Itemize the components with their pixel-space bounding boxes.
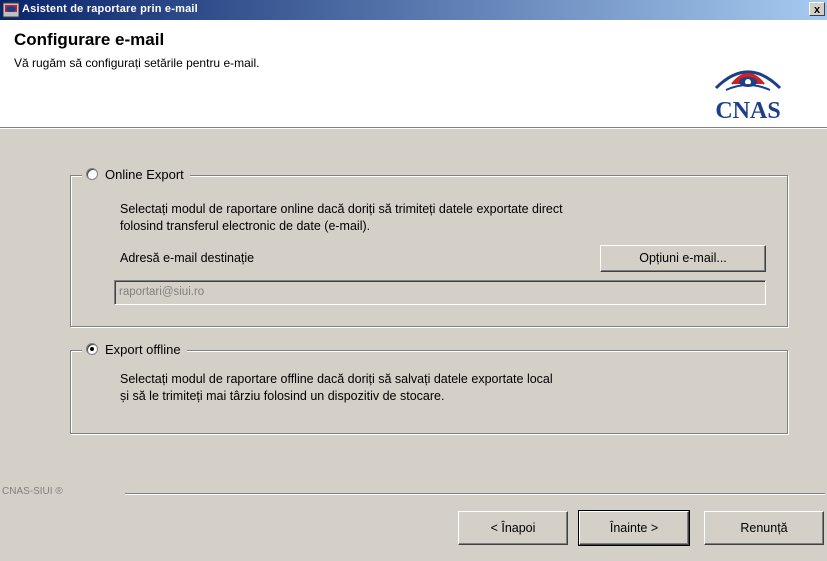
destination-email-input[interactable]: raportari@siui.ro xyxy=(114,280,766,305)
title-bar[interactable]: Asistent de raportare prin e-mail x xyxy=(0,0,827,20)
destination-email-label: Adresă e-mail destinație xyxy=(120,251,255,265)
back-button[interactable]: < Înapoi xyxy=(458,511,568,545)
offline-desc-line2: și să le trimiteți mai târziu folosind u… xyxy=(120,389,445,403)
brand-label: CNAS-SIUI ® xyxy=(2,486,67,497)
email-options-button[interactable]: Opțiuni e-mail... xyxy=(600,245,766,272)
cancel-button[interactable]: Renunță xyxy=(704,511,824,545)
online-export-option[interactable]: Online Export xyxy=(82,165,190,183)
close-button[interactable]: x xyxy=(809,2,825,16)
page-title: Configurare e-mail xyxy=(14,30,165,49)
online-description: Selectați modul de raportare online dacă… xyxy=(120,201,563,235)
next-button[interactable]: Înainte > xyxy=(578,510,690,546)
footer-divider xyxy=(125,493,825,495)
page-subtitle: Vă rugăm să configurați setările pentru … xyxy=(14,56,260,70)
offline-desc-line1: Selectați modul de raportare offline dac… xyxy=(120,372,553,386)
online-desc-line2: folosind transferul electronic de date (… xyxy=(120,219,371,233)
offline-export-label: Export offline xyxy=(105,341,181,357)
online-desc-line1: Selectați modul de raportare online dacă… xyxy=(120,202,563,216)
offline-export-option[interactable]: Export offline xyxy=(82,340,187,358)
logo-text: CNAS xyxy=(715,98,780,124)
cnas-logo: CNAS xyxy=(714,70,782,124)
online-export-label: Online Export xyxy=(105,166,184,182)
app-icon xyxy=(3,2,19,18)
online-export-radio[interactable] xyxy=(86,168,98,180)
offline-description: Selectați modul de raportare offline dac… xyxy=(120,371,553,405)
header-divider xyxy=(0,128,827,129)
offline-export-radio[interactable] xyxy=(86,343,98,355)
window-title: Asistent de raportare prin e-mail xyxy=(22,3,198,15)
